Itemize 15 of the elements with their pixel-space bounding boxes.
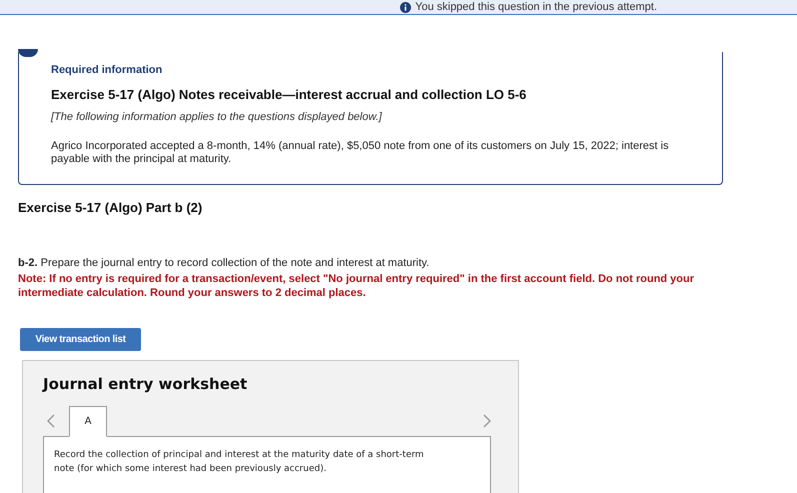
- info-label: Required information: [51, 63, 164, 78]
- chevron-right-icon[interactable]: [483, 414, 491, 428]
- chevron-left-icon[interactable]: [47, 414, 55, 428]
- question-text: b-2. Prepare the journal entry to record collection of the note and interest at maturity.: [17, 256, 430, 271]
- notice-text: You skipped this question in the previous attempt.: [415, 0, 657, 14]
- worksheet-tab[interactable]: A: [69, 406, 107, 437]
- worksheet-title: Journal entry worksheet: [43, 374, 248, 394]
- info-icon: [400, 2, 412, 12]
- view-transaction-list-button[interactable]: View transaction list: [20, 328, 141, 350]
- info-subtitle: [The following information applies to the questions displayed below.]: [51, 110, 383, 125]
- part-heading: Exercise 5-17 (Algo) Part b (2): [17, 198, 204, 217]
- description-text: Record the collection of principal and interest at the maturity date of a short-term note (for which some interest had been previously accrued).: [54, 449, 425, 476]
- exercise-title: Exercise 5-17 (Algo) Notes receivable—interest accrual and collection LO 5-6: [51, 86, 528, 104]
- info-body: Agrico Incorporated accepted a 8-month, 14% (annual rate), $5,050 note from one of its customers on July 15, 2022; interest is payable with the principal at maturity.: [51, 140, 670, 166]
- note-text: Note: If no entry is required for a transaction/event, select "No journal entry required" in the first account field. Do not round your intermediate calculation. Round your answers to 2 decimal places.: [17, 272, 696, 300]
